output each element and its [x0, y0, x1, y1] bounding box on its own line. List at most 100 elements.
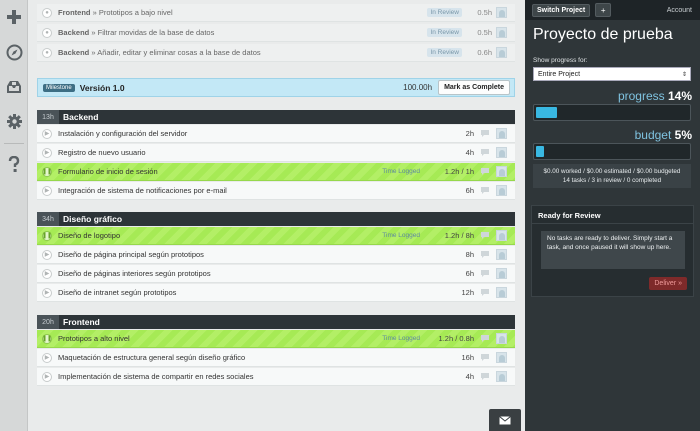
ready-for-review-panel: Ready for Review No tasks are ready to d… — [531, 205, 694, 297]
group-header[interactable]: 34h Diseño gráfico — [37, 212, 515, 226]
task-row[interactable]: ▶ Integración de sistema de notificacion… — [37, 182, 515, 200]
budget-metric: budget 5% — [635, 128, 692, 142]
task-hours: 1.2h / 8h — [444, 231, 474, 240]
group-header[interactable]: 20h Frontend — [37, 315, 515, 329]
mail-icon[interactable] — [489, 409, 521, 431]
help-icon[interactable] — [3, 154, 25, 176]
task-row[interactable]: ❚❚ Prototipos a alto nivel Time Logged 1… — [37, 330, 515, 348]
task-row[interactable]: ● Backend » Filtrar movidas de la base d… — [37, 24, 515, 42]
time-logged-label: Time Logged — [382, 335, 420, 342]
progress-scope-select[interactable]: Entire Project ⇕ — [533, 67, 691, 81]
left-nav — [0, 0, 28, 431]
add-project-button[interactable]: + — [595, 3, 612, 17]
avatar[interactable] — [496, 230, 507, 241]
avatar[interactable] — [496, 287, 507, 298]
avatar — [496, 47, 507, 58]
budget-value: 5% — [674, 128, 692, 142]
play-icon[interactable]: ▶ — [42, 128, 52, 139]
show-progress-label: Show progress for: — [533, 57, 588, 64]
pause-icon[interactable]: ❚❚ — [42, 333, 52, 344]
group-hours: 34h — [37, 212, 59, 226]
play-icon[interactable]: ▶ — [42, 268, 52, 279]
task-row[interactable]: ▶ Diseño de páginas interiores según pro… — [37, 265, 515, 283]
task-row[interactable]: ▶ Diseño de página principal según proto… — [37, 246, 515, 264]
progress-value: 14% — [667, 89, 692, 103]
comment-icon[interactable] — [478, 250, 492, 259]
budget-bar — [533, 143, 691, 160]
play-icon[interactable]: ▶ — [42, 249, 52, 260]
comment-icon[interactable] — [478, 167, 492, 176]
task-name: Diseño de intranet según prototipos — [58, 288, 177, 297]
nav-divider — [4, 143, 24, 144]
comment-icon[interactable] — [478, 353, 492, 362]
milestone-bar: Milestone Versión 1.0 100.00h Mark as Co… — [37, 78, 515, 97]
comment-icon[interactable] — [478, 334, 492, 343]
task-row[interactable]: ● Frontend » Prototipos a bajo nivel In … — [37, 4, 515, 22]
task-hours: 8h — [465, 250, 474, 259]
milestone-title: Versión 1.0 — [79, 82, 125, 93]
compass-icon[interactable] — [3, 41, 25, 63]
comment-icon[interactable] — [478, 186, 492, 195]
avatar[interactable] — [496, 166, 507, 177]
comment-icon[interactable] — [478, 129, 492, 138]
gear-icon[interactable] — [3, 110, 25, 132]
avatar — [496, 27, 507, 38]
play-icon[interactable]: ▶ — [42, 371, 52, 382]
avatar[interactable] — [496, 371, 507, 382]
task-row[interactable]: ● Backend » Añadir, editar y eliminar co… — [37, 44, 515, 62]
switch-project-button[interactable]: Switch Project — [532, 3, 591, 17]
task-hours: 6h — [465, 186, 474, 195]
play-icon[interactable]: ▶ — [42, 185, 52, 196]
task-row[interactable]: ▶ Registro de nuevo usuario 4h — [37, 144, 515, 162]
task-separator: » — [90, 8, 99, 17]
avatar[interactable] — [496, 352, 507, 363]
comment-icon[interactable] — [478, 148, 492, 157]
task-row[interactable]: ▶ Diseño de intranet según prototipos 12… — [37, 284, 515, 302]
play-icon[interactable]: ▶ — [42, 352, 52, 363]
group-title: Diseño gráfico — [63, 214, 123, 224]
avatar[interactable] — [496, 268, 507, 279]
play-icon[interactable]: ▶ — [42, 147, 52, 158]
avatar[interactable] — [496, 333, 507, 344]
task-name: Prototipos a bajo nivel — [98, 8, 173, 17]
time-logged-label: Time Logged — [382, 168, 420, 175]
avatar[interactable] — [496, 128, 507, 139]
task-hours: 12h — [461, 288, 474, 297]
review-heading: Ready for Review — [538, 211, 601, 220]
task-row[interactable]: ▶ Implementación de sistema de compartir… — [37, 368, 515, 386]
comment-icon[interactable] — [478, 288, 492, 297]
task-row[interactable]: ❚❚ Formulario de inicio de sesión Time L… — [37, 163, 515, 181]
avatar[interactable] — [496, 147, 507, 158]
task-hours: 0.5h — [477, 8, 492, 17]
deliver-button[interactable]: Deliver » — [649, 277, 687, 290]
task-row[interactable]: ▶ Maquetación de estructura general segú… — [37, 349, 515, 367]
task-row[interactable]: ▶ Instalación y configuración del servid… — [37, 125, 515, 143]
status-badge: In Review — [427, 8, 462, 17]
task-name: Integración de sistema de notificaciones… — [58, 186, 227, 195]
group-title: Frontend — [63, 317, 100, 327]
comment-icon[interactable] — [478, 231, 492, 240]
pause-icon[interactable]: ❚❚ — [42, 166, 52, 177]
group-title: Backend — [63, 112, 99, 122]
task-row[interactable]: ❚❚ Diseño de logotipo Time Logged 1.2h /… — [37, 227, 515, 245]
person-icon: ● — [42, 47, 52, 58]
progress-label: progress — [617, 89, 665, 103]
comment-icon[interactable] — [478, 269, 492, 278]
project-sidebar: Switch Project + Account Proyecto de pru… — [525, 0, 700, 431]
avatar[interactable] — [496, 249, 507, 260]
mark-complete-button[interactable]: Mark as Complete — [438, 80, 510, 95]
task-hours: 1.2h / 0.8h — [438, 334, 474, 343]
pause-icon[interactable]: ❚❚ — [42, 230, 52, 241]
avatar[interactable] — [496, 185, 507, 196]
task-name: Registro de nuevo usuario — [58, 148, 146, 157]
task-hours: 4h — [465, 372, 474, 381]
play-icon[interactable]: ▶ — [42, 287, 52, 298]
group-hours: 13h — [37, 110, 59, 124]
inbox-icon[interactable] — [3, 76, 25, 98]
plus-icon[interactable] — [3, 6, 25, 28]
account-link[interactable]: Account — [667, 7, 692, 14]
group-header[interactable]: 13h Backend — [37, 110, 515, 124]
comment-icon[interactable] — [478, 372, 492, 381]
task-name: Diseño de páginas interiores según proto… — [58, 269, 211, 278]
task-project: Backend — [58, 48, 90, 57]
